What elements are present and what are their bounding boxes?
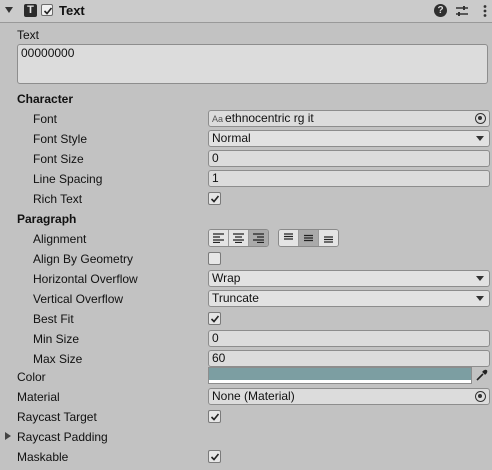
kebab-menu-icon[interactable] (478, 4, 492, 18)
material-field[interactable]: None (Material) (208, 388, 490, 405)
font-style-value: Normal (212, 131, 251, 145)
component-enabled-checkbox[interactable] (41, 4, 53, 16)
vertical-overflow-value: Truncate (212, 291, 259, 305)
chevron-down-icon (476, 136, 484, 141)
font-asset-icon: Aa (212, 114, 224, 124)
vertical-overflow-label: Vertical Overflow (33, 292, 124, 306)
best-fit-label: Best Fit (33, 312, 74, 326)
horizontal-overflow-label: Horizontal Overflow (33, 272, 138, 286)
max-size-field[interactable]: 60 (208, 350, 490, 367)
font-label: Font (33, 112, 58, 126)
font-style-label: Font Style (33, 132, 88, 146)
line-spacing-label: Line Spacing (33, 172, 103, 186)
horizontal-overflow-value: Wrap (212, 271, 241, 285)
font-style-dropdown[interactable]: Normal (208, 130, 490, 147)
align-bottom-button[interactable] (319, 230, 338, 246)
max-size-label: Max Size (33, 352, 83, 366)
best-fit-checkbox[interactable] (208, 312, 221, 325)
alignment-label: Alignment (33, 232, 87, 246)
align-by-geometry-checkbox[interactable] (208, 252, 221, 265)
color-swatch[interactable] (208, 367, 472, 384)
help-icon[interactable]: ? (434, 4, 447, 17)
raycast-target-checkbox[interactable] (208, 410, 221, 423)
object-picker-icon[interactable] (475, 391, 486, 402)
vertical-overflow-dropdown[interactable]: Truncate (208, 290, 490, 307)
horizontal-alignment-group (208, 229, 269, 247)
rich-text-label: Rich Text (33, 192, 83, 206)
raycast-padding-label[interactable]: Raycast Padding (17, 430, 108, 444)
align-center-button[interactable] (229, 230, 249, 246)
paragraph-heading: Paragraph (17, 212, 77, 226)
align-middle-button[interactable] (299, 230, 319, 246)
rich-text-checkbox[interactable] (208, 192, 221, 205)
min-size-label: Min Size (33, 332, 80, 346)
text-component-icon: T (24, 4, 37, 17)
text-input[interactable]: 00000000 (17, 44, 488, 84)
font-value: ethnocentric rg it (225, 111, 314, 125)
expand-arrow-icon[interactable] (5, 432, 11, 440)
fold-arrow-icon[interactable] (5, 7, 13, 13)
presets-icon[interactable] (455, 4, 469, 18)
object-picker-icon[interactable] (475, 113, 486, 124)
component-header: T Text ? (0, 0, 492, 23)
eyedropper-icon[interactable] (474, 368, 489, 383)
align-left-button[interactable] (209, 230, 229, 246)
text-label: Text (17, 28, 40, 42)
align-right-button[interactable] (249, 230, 268, 246)
font-size-label: Font Size (33, 152, 84, 166)
maskable-label: Maskable (17, 450, 69, 464)
material-value: None (Material) (212, 389, 295, 403)
chevron-down-icon (476, 276, 484, 281)
horizontal-overflow-dropdown[interactable]: Wrap (208, 270, 490, 287)
alpha-bar (209, 380, 471, 383)
chevron-down-icon (476, 296, 484, 301)
color-label: Color (17, 370, 46, 384)
align-top-button[interactable] (279, 230, 299, 246)
vertical-alignment-group (278, 229, 339, 247)
character-heading: Character (17, 92, 74, 106)
component-title: Text (59, 3, 85, 18)
font-size-field[interactable]: 0 (208, 150, 490, 167)
align-by-geometry-label: Align By Geometry (33, 252, 134, 266)
font-field[interactable]: Aa ethnocentric rg it (208, 110, 490, 127)
maskable-checkbox[interactable] (208, 450, 221, 463)
min-size-field[interactable]: 0 (208, 330, 490, 347)
raycast-target-label: Raycast Target (17, 410, 97, 424)
material-label: Material (17, 390, 60, 404)
line-spacing-field[interactable]: 1 (208, 170, 490, 187)
